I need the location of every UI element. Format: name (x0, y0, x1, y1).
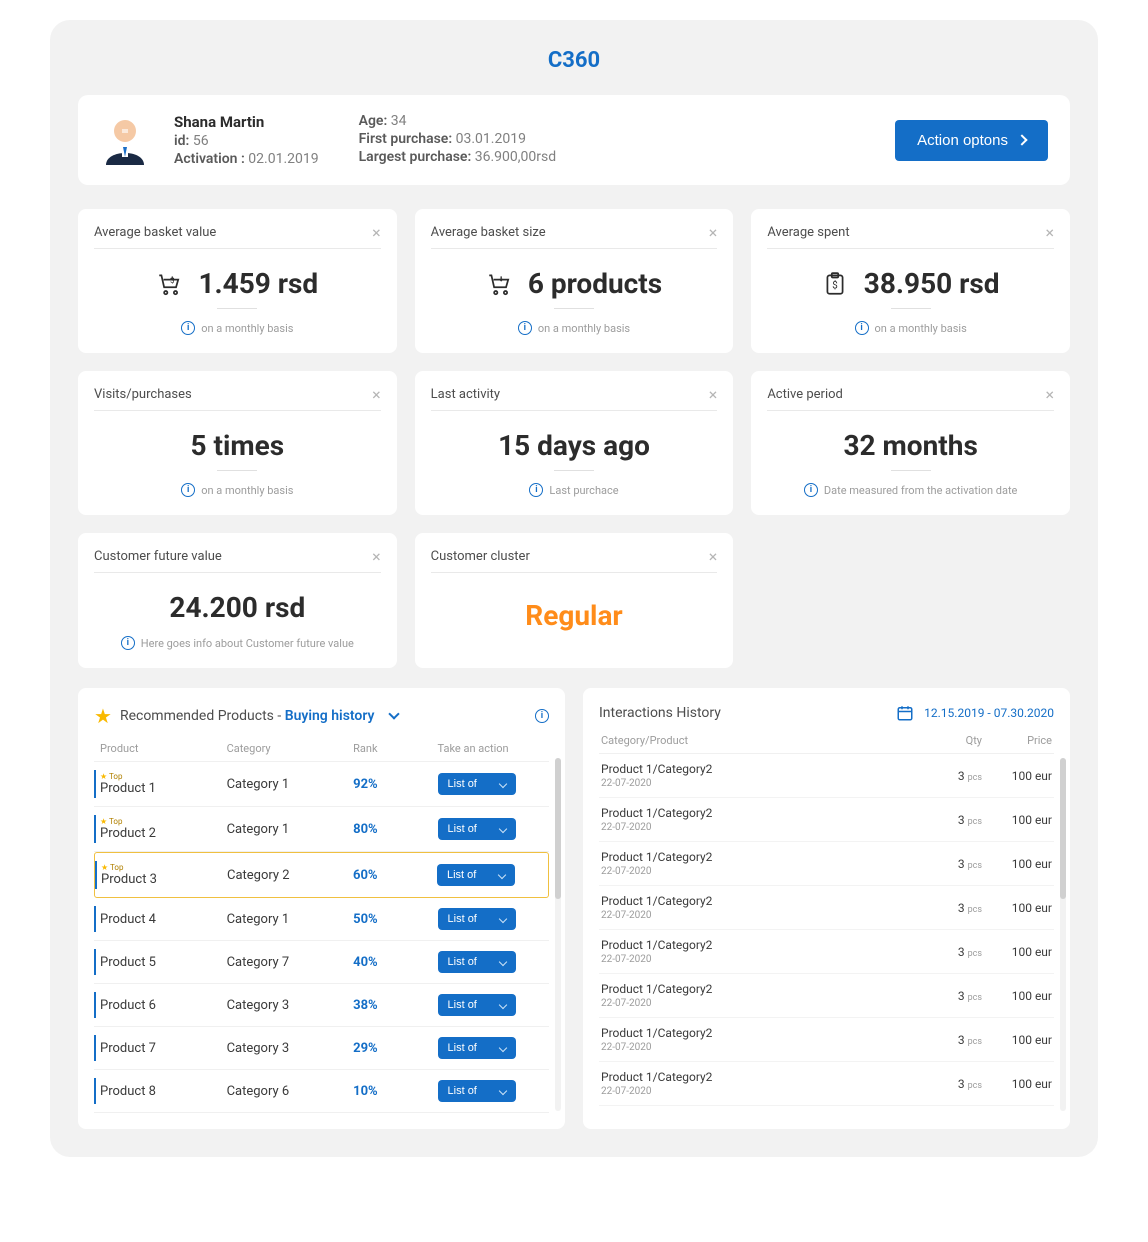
table-row[interactable]: Product 5Category 740%List of (94, 941, 549, 984)
scrollbar[interactable] (1060, 758, 1066, 1111)
list-of-button[interactable]: List of (438, 994, 516, 1016)
recommended-panel: ★ Recommended Products - Buying history … (78, 688, 565, 1129)
table-row[interactable]: Product 4Category 150%List of (94, 898, 549, 941)
clipboard-dollar-icon: $ (822, 271, 848, 297)
chevron-right-icon (1016, 134, 1027, 145)
card-avg-basket-value: Average basket value× $ 1.459 rsd ion a … (78, 209, 397, 353)
info-icon[interactable]: i (518, 321, 532, 335)
close-icon[interactable]: × (1045, 385, 1054, 404)
card-cluster: Customer cluster× Regular (415, 533, 734, 668)
info-icon[interactable]: i (529, 483, 543, 497)
list-item: Product 1/Category222-07-20203 pcs100 eu… (599, 930, 1054, 974)
table-row[interactable]: Product 6Category 338%List of (94, 984, 549, 1027)
table-row[interactable]: Product 8Category 610%List of (94, 1070, 549, 1113)
info-icon[interactable]: i (181, 321, 195, 335)
profile-info: Shana Martin id: 56 Activation : 02.01.2… (174, 113, 871, 167)
close-icon[interactable]: × (709, 547, 718, 566)
cart-down-icon (486, 271, 512, 297)
close-icon[interactable]: × (1045, 223, 1054, 242)
list-item: Product 1/Category222-07-20203 pcs100 eu… (599, 798, 1054, 842)
list-item: Product 1/Category222-07-20203 pcs100 eu… (599, 886, 1054, 930)
buying-history-dropdown[interactable]: Buying history (285, 708, 375, 724)
history-panel: Interactions History 12.15.2019 - 07.30.… (583, 688, 1070, 1129)
close-icon[interactable]: × (709, 223, 718, 242)
info-icon[interactable]: i (804, 483, 818, 497)
table-row[interactable]: Product 7Category 329%List of (94, 1027, 549, 1070)
card-last-activity: Last activity× 15 days ago iLast purchac… (415, 371, 734, 515)
info-icon[interactable]: i (181, 483, 195, 497)
table-row[interactable]: TopProduct 2Category 180%List of (94, 807, 549, 852)
close-icon[interactable]: × (709, 385, 718, 404)
cart-dollar-icon: $ (156, 271, 182, 297)
list-item: Product 1/Category222-07-20203 pcs100 eu… (599, 754, 1054, 798)
card-future-value: Customer future value× 24.200 rsd iHere … (78, 533, 397, 668)
list-item: Product 1/Category222-07-20203 pcs100 eu… (599, 1062, 1054, 1106)
star-icon: ★ (94, 704, 112, 728)
info-icon[interactable]: i (535, 709, 549, 723)
chevron-down-icon[interactable] (389, 708, 400, 719)
card-active-period: Active period× 32 months iDate measured … (751, 371, 1070, 515)
close-icon[interactable]: × (372, 223, 381, 242)
scrollbar[interactable] (555, 758, 561, 1111)
close-icon[interactable]: × (372, 385, 381, 404)
page-title: C360 (78, 48, 1070, 73)
list-of-button[interactable]: List of (438, 951, 516, 973)
list-of-button[interactable]: List of (438, 1037, 516, 1059)
action-options-button[interactable]: Action optons (895, 120, 1048, 161)
list-item: Product 1/Category222-07-20203 pcs100 eu… (599, 842, 1054, 886)
list-item: Product 1/Category222-07-20203 pcs100 eu… (599, 974, 1054, 1018)
card-visits: Visits/purchases× 5 times ion a monthly … (78, 371, 397, 515)
list-of-button[interactable]: List of (437, 864, 515, 886)
profile-card: Shana Martin id: 56 Activation : 02.01.2… (78, 95, 1070, 185)
card-avg-spent: Average spent× $ 38.950 rsd ion a monthl… (751, 209, 1070, 353)
list-of-button[interactable]: List of (438, 1080, 516, 1102)
info-icon[interactable]: i (121, 636, 135, 650)
info-icon[interactable]: i (855, 321, 869, 335)
table-row[interactable]: TopProduct 1Category 192%List of (94, 762, 549, 807)
calendar-icon[interactable] (896, 704, 914, 722)
table-row[interactable]: TopProduct 3Category 260%List of (94, 852, 549, 898)
card-avg-basket-size: Average basket size× 6 products ion a mo… (415, 209, 734, 353)
date-range[interactable]: 12.15.2019 - 07.30.2020 (924, 706, 1054, 720)
avatar (100, 115, 150, 165)
list-item: Product 1/Category222-07-20203 pcs100 eu… (599, 1018, 1054, 1062)
list-of-button[interactable]: List of (438, 773, 516, 795)
customer-name: Shana Martin (174, 113, 319, 131)
close-icon[interactable]: × (372, 547, 381, 566)
list-of-button[interactable]: List of (438, 908, 516, 930)
svg-text:$: $ (832, 280, 837, 291)
list-of-button[interactable]: List of (438, 818, 516, 840)
